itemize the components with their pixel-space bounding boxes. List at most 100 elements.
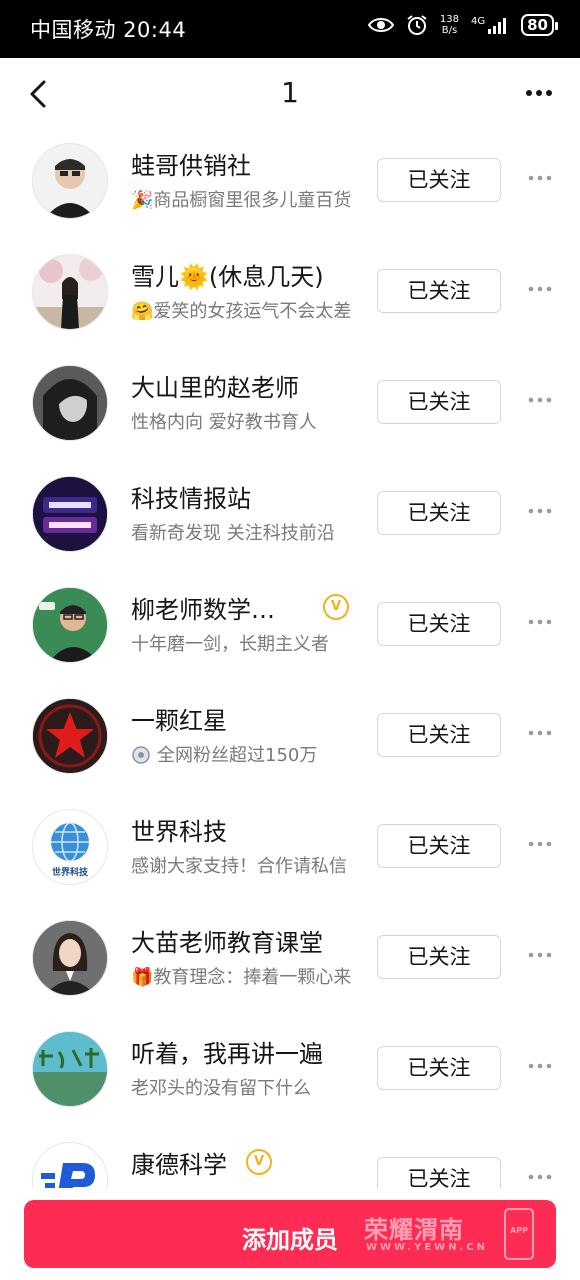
more-dots-icon [528, 730, 552, 736]
avatar[interactable] [32, 698, 108, 774]
row-more-button[interactable] [526, 1056, 554, 1076]
avatar[interactable] [32, 254, 108, 330]
following-button[interactable]: 已关注 [377, 158, 501, 202]
row-more-button[interactable] [526, 279, 554, 299]
eye-icon [367, 18, 394, 32]
avatar[interactable] [32, 476, 108, 552]
list-item[interactable]: 大苗老师教育课堂 🎁教育理念：捧着一颗心来 已关注 [0, 905, 580, 1016]
avatar[interactable] [32, 587, 108, 663]
status-icons: 138 B/s 4G 80 [367, 14, 558, 36]
person-avatar-icon [33, 588, 107, 662]
avatar[interactable] [32, 365, 108, 441]
net-speed: 138 B/s [439, 14, 459, 36]
add-member-button[interactable]: 添加成员 荣耀渭南 WWW.YEWN.CN APP [24, 1200, 556, 1268]
user-name: 大苗老师教育课堂 [131, 929, 323, 957]
user-name: 世界科技 [131, 818, 227, 846]
more-dots-icon [528, 397, 552, 403]
status-bar: 中国移动 20:44 138 B/s 4G 80 [0, 0, 580, 58]
carrier-time: 中国移动 20:44 [30, 18, 187, 42]
verified-badge-icon: V [323, 594, 349, 620]
user-name: 科技情报站 [131, 485, 251, 513]
user-description: 看新奇发现 关注科技前沿 [131, 523, 335, 544]
person-avatar-icon [45, 159, 95, 218]
following-button[interactable]: 已关注 [377, 935, 501, 979]
verified-badge-icon: V [246, 1149, 272, 1175]
user-name: 康德科学 [131, 1151, 227, 1179]
following-button[interactable]: 已关注 [377, 602, 501, 646]
list-item[interactable]: 康德科学 V 已关注 [0, 1127, 580, 1188]
list-item[interactable]: 柳老师数学… V 十年磨一剑，长期主义者 已关注 [0, 572, 580, 683]
more-dots-icon [528, 952, 552, 958]
watermark-subtitle: WWW.YEWN.CN [366, 1242, 489, 1253]
row-more-button[interactable] [526, 1167, 554, 1187]
phone-app-icon: APP [504, 1208, 534, 1260]
user-description: 十年磨一剑，长期主义者 [131, 634, 329, 655]
tech-logo-icon [33, 477, 107, 551]
following-button[interactable]: 已关注 [377, 1157, 501, 1188]
list-item[interactable]: 科技情报站 看新奇发现 关注科技前沿 已关注 [0, 461, 580, 572]
calligraphy-image-icon [33, 1032, 107, 1106]
following-button[interactable]: 已关注 [377, 713, 501, 757]
row-more-button[interactable] [526, 390, 554, 410]
member-list: 蛙哥供销社 🎉商品橱窗里很多儿童百货 已关注 雪儿🌞(休息几天) 🤗爱笑的女孩运… [0, 128, 580, 1188]
following-button[interactable]: 已关注 [377, 269, 501, 313]
avatar[interactable] [32, 1142, 108, 1188]
more-dots-icon [528, 286, 552, 292]
following-button[interactable]: 已关注 [377, 1046, 501, 1090]
list-item[interactable]: 一颗红星 全网粉丝超过150万 已关注 [0, 683, 580, 794]
signal-group: 4G [471, 16, 509, 34]
user-description: 全网粉丝超过150万 [131, 741, 353, 767]
row-more-button[interactable] [526, 501, 554, 521]
avatar[interactable]: 世界科技 [32, 809, 108, 885]
row-more-button[interactable] [526, 723, 554, 743]
user-name: 一颗红星 [131, 707, 227, 735]
row-more-button[interactable] [526, 945, 554, 965]
list-item[interactable]: 雪儿🌞(休息几天) 🤗爱笑的女孩运气不会太差 已关注 [0, 239, 580, 350]
avatar[interactable] [32, 143, 108, 219]
avatar[interactable] [32, 1031, 108, 1107]
list-item[interactable]: 蛙哥供销社 🎉商品橱窗里很多儿童百货 已关注 [0, 128, 580, 239]
more-options-button[interactable] [520, 78, 560, 108]
page-title: 1 [281, 76, 299, 109]
more-dots-icon [528, 619, 552, 625]
list-item[interactable]: 大山里的赵老师 性格内向 爱好教书育人 已关注 [0, 350, 580, 461]
signal-bars-icon [488, 18, 507, 34]
list-item[interactable]: 听着，我再讲一遍 老邓头的没有留下什么 已关注 [0, 1016, 580, 1127]
more-dots-icon [528, 1063, 552, 1069]
more-dots-icon [528, 841, 552, 847]
user-name: 雪儿🌞(休息几天) [131, 263, 324, 291]
red-star-icon [33, 699, 107, 773]
p-logo-icon [33, 1143, 107, 1188]
user-description: 🎁教育理念：捧着一颗心来 [131, 967, 352, 988]
more-dots-icon [528, 175, 552, 181]
bottom-bar: 添加成员 荣耀渭南 WWW.YEWN.CN APP [0, 1188, 580, 1280]
person-avatar-icon [33, 366, 107, 440]
user-name: 蛙哥供销社 [131, 152, 251, 180]
more-dots-icon [528, 508, 552, 514]
user-description: 🎉商品橱窗里很多儿童百货 [131, 190, 352, 211]
user-description: 老邓头的没有留下什么 [131, 1078, 311, 1099]
list-item[interactable]: 世界科技 世界科技 感谢大家支持！合作请私信 已关注 [0, 794, 580, 905]
user-description: 🤗爱笑的女孩运气不会太差 [131, 301, 352, 322]
battery-indicator: 80 [521, 14, 558, 36]
row-more-button[interactable] [526, 612, 554, 632]
more-dots-icon [528, 1174, 552, 1180]
watermark-title: 荣耀渭南 [364, 1216, 464, 1244]
watermark-app-label: APP [510, 1226, 528, 1235]
user-description: 性格内向 爱好教书育人 [131, 412, 317, 433]
person-avatar-icon [33, 255, 107, 329]
row-more-button[interactable] [526, 168, 554, 188]
user-description: 感谢大家支持！合作请私信 [131, 856, 347, 877]
user-name: 大山里的赵老师 [131, 374, 299, 402]
row-more-button[interactable] [526, 834, 554, 854]
following-button[interactable]: 已关注 [377, 491, 501, 535]
top-nav: 1 [0, 58, 580, 128]
person-avatar-icon [33, 921, 107, 995]
avatar[interactable] [32, 920, 108, 996]
avatar-caption: 世界科技 [51, 868, 88, 878]
following-button[interactable]: 已关注 [377, 380, 501, 424]
following-button[interactable]: 已关注 [377, 824, 501, 868]
medal-icon [132, 746, 150, 764]
network-type: 4G [471, 16, 486, 27]
watermark-logo: 荣耀渭南 WWW.YEWN.CN APP [364, 1208, 534, 1260]
